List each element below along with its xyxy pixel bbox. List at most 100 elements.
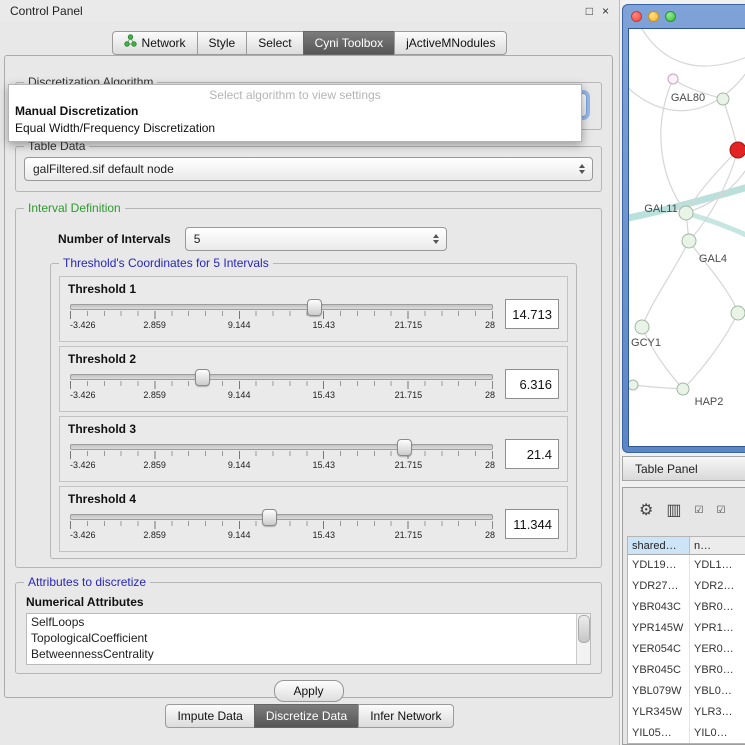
attribute-list-item[interactable]: TopologicalCoefficient	[27, 630, 590, 646]
table-data-combo[interactable]: galFiltered.sif default node	[24, 157, 593, 181]
slider-track[interactable]	[70, 444, 493, 450]
scrollbar-thumb[interactable]	[578, 615, 590, 643]
column-header-shared-name[interactable]: shared…	[628, 537, 690, 555]
network-node[interactable]	[629, 380, 638, 390]
table-row[interactable]: YDL19… YDL1…	[628, 555, 745, 576]
threshold-2-value-field[interactable]: 6.316	[505, 369, 559, 399]
checkbox-icon[interactable]: ☑	[716, 506, 725, 516]
slider-thumb[interactable]	[195, 369, 210, 386]
threshold-3-slider[interactable]: -3.4262.8599.14415.4321.71528	[66, 436, 497, 471]
threshold-1-value-field[interactable]: 14.713	[505, 299, 559, 329]
table-panel-titlebar[interactable]: Table Panel	[622, 456, 745, 481]
algorithm-popup-hint: Select algorithm to view settings	[9, 85, 581, 103]
slider-thumb[interactable]	[262, 509, 277, 526]
table-cell[interactable]: YBL0…	[690, 681, 745, 702]
threshold-4-slider[interactable]: -3.4262.8599.14415.4321.71528	[66, 506, 497, 541]
network-node[interactable]	[717, 93, 729, 105]
tick-label: 9.144	[228, 460, 251, 470]
columns-icon[interactable]: ▥	[666, 503, 681, 519]
table-cell[interactable]: YDR2…	[690, 576, 745, 597]
slider-thumb[interactable]	[397, 439, 412, 456]
table-row[interactable]: YLR345W YLR3…	[628, 702, 745, 723]
tab-discretize-data[interactable]: Discretize Data	[254, 704, 359, 728]
close-traffic-light-icon[interactable]	[631, 11, 642, 22]
table-data-group: Table Data galFiltered.sif default node	[15, 146, 602, 192]
network-node[interactable]	[731, 306, 745, 320]
algorithm-option-equal-width[interactable]: Equal Width/Frequency Discretization	[9, 120, 581, 137]
slider-thumb[interactable]	[307, 299, 322, 316]
table-row[interactable]: YBR043C YBR0…	[628, 597, 745, 618]
threshold-4-value-field[interactable]: 11.344	[505, 509, 559, 539]
table-cell[interactable]: YDL19…	[628, 555, 690, 576]
slider-track[interactable]	[70, 304, 493, 310]
table-cell[interactable]: YER054C	[628, 639, 690, 660]
list-scrollbar[interactable]	[576, 614, 590, 664]
control-panel-window: Control Panel □ × Network Style Select	[0, 0, 620, 745]
tab-network[interactable]: Network	[112, 31, 198, 55]
table-cell[interactable]: YIL0…	[690, 723, 745, 744]
tab-select[interactable]: Select	[246, 31, 303, 55]
table-cell[interactable]: YPR145W	[628, 618, 690, 639]
tab-impute-data[interactable]: Impute Data	[165, 704, 254, 728]
table-row[interactable]: YBR045C YBR0…	[628, 660, 745, 681]
algorithm-option-manual[interactable]: Manual Discretization	[9, 103, 581, 120]
tab-infer-network[interactable]: Infer Network	[358, 704, 453, 728]
slider-scale-labels: -3.4262.8599.14415.4321.71528	[70, 319, 493, 331]
table-cell[interactable]: YBL079W	[628, 681, 690, 702]
threshold-2-slider[interactable]: -3.4262.8599.14415.4321.71528	[66, 366, 497, 401]
network-node[interactable]	[682, 234, 696, 248]
tab-jactivemnodules[interactable]: jActiveMNodules	[394, 31, 507, 55]
numerical-attributes-list[interactable]: SelfLoops TopologicalCoefficient Between…	[26, 613, 591, 665]
table-cell[interactable]: YBR0…	[690, 597, 745, 618]
table-row[interactable]: YIL05… YIL0…	[628, 723, 745, 744]
table-cell[interactable]: YBR0…	[690, 660, 745, 681]
close-window-icon[interactable]: ×	[602, 0, 609, 22]
table-row[interactable]: YBL079W YBL0…	[628, 681, 745, 702]
slider-track[interactable]	[70, 514, 493, 520]
table-cell[interactable]: YLR345W	[628, 702, 690, 723]
gear-icon[interactable]: ⚙	[639, 503, 653, 519]
tab-cyni-toolbox[interactable]: Cyni Toolbox	[303, 31, 395, 55]
tab-label: Style	[209, 32, 236, 54]
network-node[interactable]	[635, 320, 649, 334]
network-node[interactable]	[677, 383, 689, 395]
slider-ticks	[70, 521, 493, 529]
table-cell[interactable]: YBR043C	[628, 597, 690, 618]
tab-label: Select	[258, 32, 291, 54]
table-cell[interactable]: YBR045C	[628, 660, 690, 681]
control-panel-titlebar[interactable]: Control Panel □ ×	[0, 0, 619, 22]
tick-label: 2.859	[143, 390, 166, 400]
table-cell[interactable]: YDL1…	[690, 555, 745, 576]
slider-track[interactable]	[70, 374, 493, 380]
table-cell[interactable]: YER0…	[690, 639, 745, 660]
attribute-list-item[interactable]: BetweennessCentrality	[27, 646, 590, 662]
chevron-updown-icon	[579, 164, 585, 174]
number-of-intervals-combo[interactable]: 5	[185, 227, 447, 251]
table-cell[interactable]: YPR1…	[690, 618, 745, 639]
table-row[interactable]: YDR27… YDR2…	[628, 576, 745, 597]
tick-label: 28	[485, 390, 495, 400]
table-panel-title: Table Panel	[635, 462, 698, 476]
checkbox-icon[interactable]: ☑	[694, 506, 703, 516]
attribute-list-item[interactable]: SelfLoops	[27, 614, 590, 630]
threshold-3-value-field[interactable]: 21.4	[505, 439, 559, 469]
network-node[interactable]	[679, 206, 693, 220]
network-node[interactable]	[730, 142, 745, 158]
tab-style[interactable]: Style	[197, 31, 248, 55]
zoom-traffic-light-icon[interactable]	[665, 11, 676, 22]
network-node[interactable]	[668, 74, 678, 84]
control-panel-title: Control Panel	[10, 4, 577, 18]
table-cell[interactable]: YDR27…	[628, 576, 690, 597]
table-row[interactable]: YER054C YER0…	[628, 639, 745, 660]
apply-button[interactable]: Apply	[274, 680, 344, 702]
table-row[interactable]: YPR145W YPR1…	[628, 618, 745, 639]
network-view-window: GAL80GAL11GAL4GCY1HAP2	[622, 4, 745, 453]
table-cell[interactable]: YIL05…	[628, 723, 690, 744]
network-canvas[interactable]: GAL80GAL11GAL4GCY1HAP2	[628, 28, 745, 447]
attributes-to-discretize-group: Attributes to discretize Numerical Attri…	[15, 582, 602, 674]
table-cell[interactable]: YLR3…	[690, 702, 745, 723]
minimize-traffic-light-icon[interactable]	[648, 11, 659, 22]
column-header-name[interactable]: n…	[690, 537, 745, 555]
threshold-1-slider[interactable]: -3.4262.8599.14415.4321.71528	[66, 296, 497, 331]
float-window-icon[interactable]: □	[586, 0, 593, 22]
